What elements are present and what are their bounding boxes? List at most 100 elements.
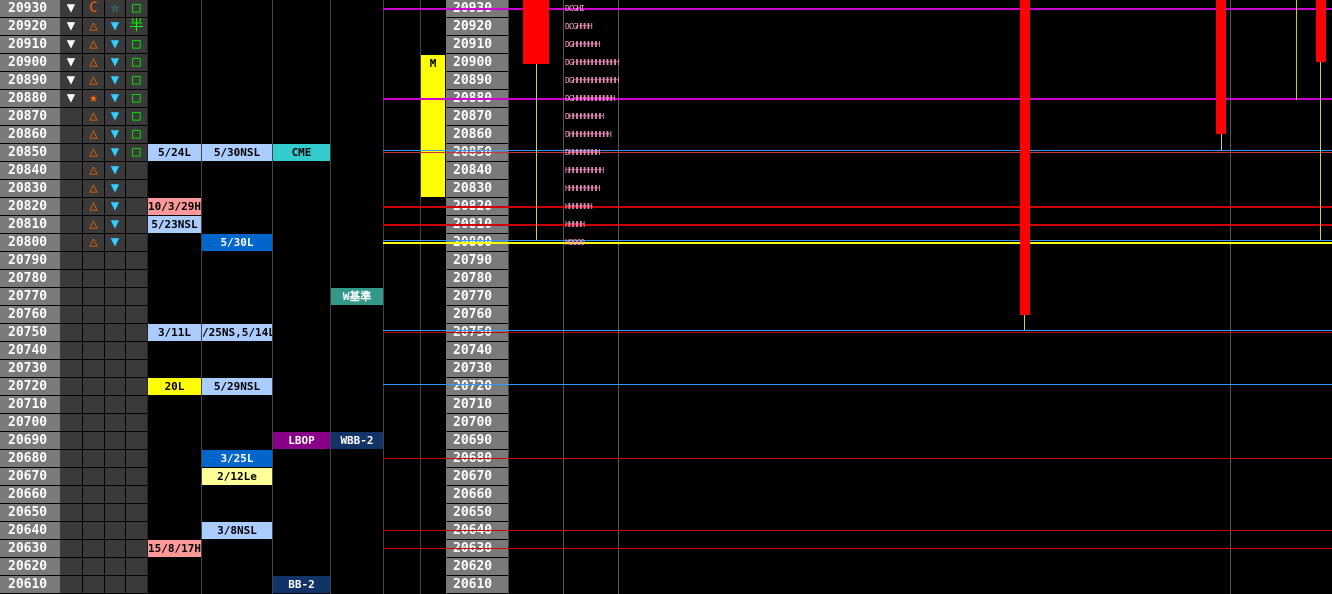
level-line	[383, 458, 1332, 459]
ladder-row: 20620 20620	[0, 558, 1332, 576]
marker-cell-m3	[105, 360, 125, 377]
marker-cell-m4	[126, 234, 147, 251]
price-cell: 20910	[0, 36, 60, 53]
marker-cell-m4	[126, 252, 147, 269]
marker-cell-m1	[60, 234, 82, 251]
c-mark-icon: C	[89, 0, 98, 16]
marker-cell-m3	[105, 378, 125, 395]
level-tag[interactable]: 5/30L	[202, 234, 272, 251]
ladder-row: 20630 15/8/17H 20630	[0, 540, 1332, 558]
marker-cell-m1	[60, 162, 82, 179]
market-ladder: 20930 ▼ C ☆ □ 20930 20920 ▼ △ ▼ 半 20920 20910 ▼ △ ▼ □ 209…	[0, 0, 1332, 594]
triangle-up-icon: △	[89, 234, 98, 250]
profile-print: DHHHHHHHHH	[565, 112, 604, 121]
marker-cell-m3	[105, 450, 125, 467]
marker-cell-m4	[126, 522, 147, 539]
level-tag[interactable]: 15/8/17H	[148, 540, 201, 557]
marker-cell-m4: 半	[126, 18, 147, 35]
marker-cell-m1	[60, 324, 82, 341]
level-tag[interactable]: 5/29NSL	[202, 378, 272, 395]
price-cell: 20700	[0, 414, 60, 431]
level-tag[interactable]: 3/11L	[148, 324, 201, 341]
level-tag[interactable]: 5/24L	[148, 144, 201, 161]
level-tag[interactable]: BB-2	[273, 576, 330, 593]
triangle-down-icon: ▼	[110, 126, 120, 142]
level-line	[383, 330, 1332, 331]
marker-cell-m3	[105, 576, 125, 593]
level-line	[383, 242, 1332, 244]
marker-cell-m4	[126, 576, 147, 593]
marker-cell-m2: △	[83, 72, 104, 89]
triangle-down-icon: ▼	[110, 108, 120, 124]
profile-print: HHHHHHH	[565, 202, 593, 211]
triangle-down-icon: ▼	[110, 234, 120, 250]
marker-cell-m2: △	[83, 18, 104, 35]
candle-body	[523, 0, 549, 64]
ladder-row: 20920 ▼ △ ▼ 半 20920	[0, 18, 1332, 36]
marker-cell-m4	[126, 342, 147, 359]
level-tag[interactable]: 2/12Le	[202, 468, 272, 485]
marker-cell-m2	[83, 306, 104, 323]
triangle-down-icon: ▼	[110, 144, 120, 160]
marker-cell-m4	[126, 486, 147, 503]
marker-cell-m3	[105, 270, 125, 287]
ladder-row: 20850△▼□5/24L5/30NSLCME20850	[0, 144, 1332, 162]
marker-cell-m1	[60, 270, 82, 287]
price-cell-right: 20710	[446, 396, 508, 413]
ladder-row: 20710 20710	[0, 396, 1332, 414]
triangle-up-icon: △	[89, 72, 98, 88]
marker-cell-m3	[105, 432, 125, 449]
ladder-row: 20720 20L 5/29NSL 20720	[0, 378, 1332, 396]
level-tag[interactable]: 10/3/29H	[148, 198, 201, 215]
level-line	[383, 384, 1332, 385]
ladder-row: 20650 20650	[0, 504, 1332, 522]
triangle-up-icon: △	[89, 162, 98, 178]
marker-cell-m1	[60, 504, 82, 521]
marker-cell-m3	[105, 342, 125, 359]
level-line	[383, 152, 1332, 153]
marker-cell-m1	[60, 144, 82, 161]
ladder-row: 20740 20740	[0, 342, 1332, 360]
triangle-up-icon: △	[89, 108, 98, 124]
marker-cell-m1	[60, 414, 82, 431]
ladder-row: 20830 △ ▼ 20830	[0, 180, 1332, 198]
marker-cell-m3: ▼	[105, 18, 125, 35]
marker-cell-m3	[105, 540, 125, 557]
star-outline-icon: ☆	[110, 0, 120, 16]
marker-cell-m4	[126, 324, 147, 341]
level-tag[interactable]: 5/30NSL	[202, 144, 272, 161]
profile-print: DGHHHHHHHHHHH	[565, 94, 616, 103]
triangle-down-icon: ▼	[66, 54, 76, 70]
level-tag[interactable]: WBB-2	[331, 432, 383, 449]
triangle-up-icon: △	[89, 216, 98, 232]
price-cell: 20780	[0, 270, 60, 287]
level-tag[interactable]: /25NS,5/14L	[202, 324, 272, 341]
price-cell-right: 20760	[446, 306, 508, 323]
price-cell: 20860	[0, 126, 60, 143]
marker-cell-m3: ▼	[105, 144, 125, 161]
level-tag[interactable]: 5/23NSL	[148, 216, 201, 233]
level-tag[interactable]: 3/8NSL	[202, 522, 272, 539]
marker-cell-m4	[126, 450, 147, 467]
marker-cell-m2: △	[83, 162, 104, 179]
price-cell: 20620	[0, 558, 60, 575]
marker-cell-m1	[60, 108, 82, 125]
level-line	[383, 150, 1332, 151]
ladder-row: 20610 BB-2 20610	[0, 576, 1332, 594]
square-icon: □	[132, 90, 141, 106]
level-tag[interactable]: 20L	[148, 378, 201, 395]
triangle-down-icon: ▼	[110, 18, 120, 34]
price-cell: 20850	[0, 144, 60, 161]
level-tag[interactable]: LBOP	[273, 432, 330, 449]
ladder-row: 20870 △ ▼ □ 20870	[0, 108, 1332, 126]
square-icon: □	[132, 36, 141, 52]
level-tag[interactable]: CME	[273, 144, 330, 161]
price-cell: 20630	[0, 540, 60, 557]
marker-cell-m3	[105, 324, 125, 341]
marker-cell-m3: ☆	[105, 0, 125, 17]
marker-cell-m1: ▼	[60, 72, 82, 89]
marker-cell-m4	[126, 216, 147, 233]
level-tag[interactable]: 3/25L	[202, 450, 272, 467]
level-tag[interactable]: W基準	[331, 288, 383, 305]
triangle-down-icon: ▼	[110, 162, 120, 178]
